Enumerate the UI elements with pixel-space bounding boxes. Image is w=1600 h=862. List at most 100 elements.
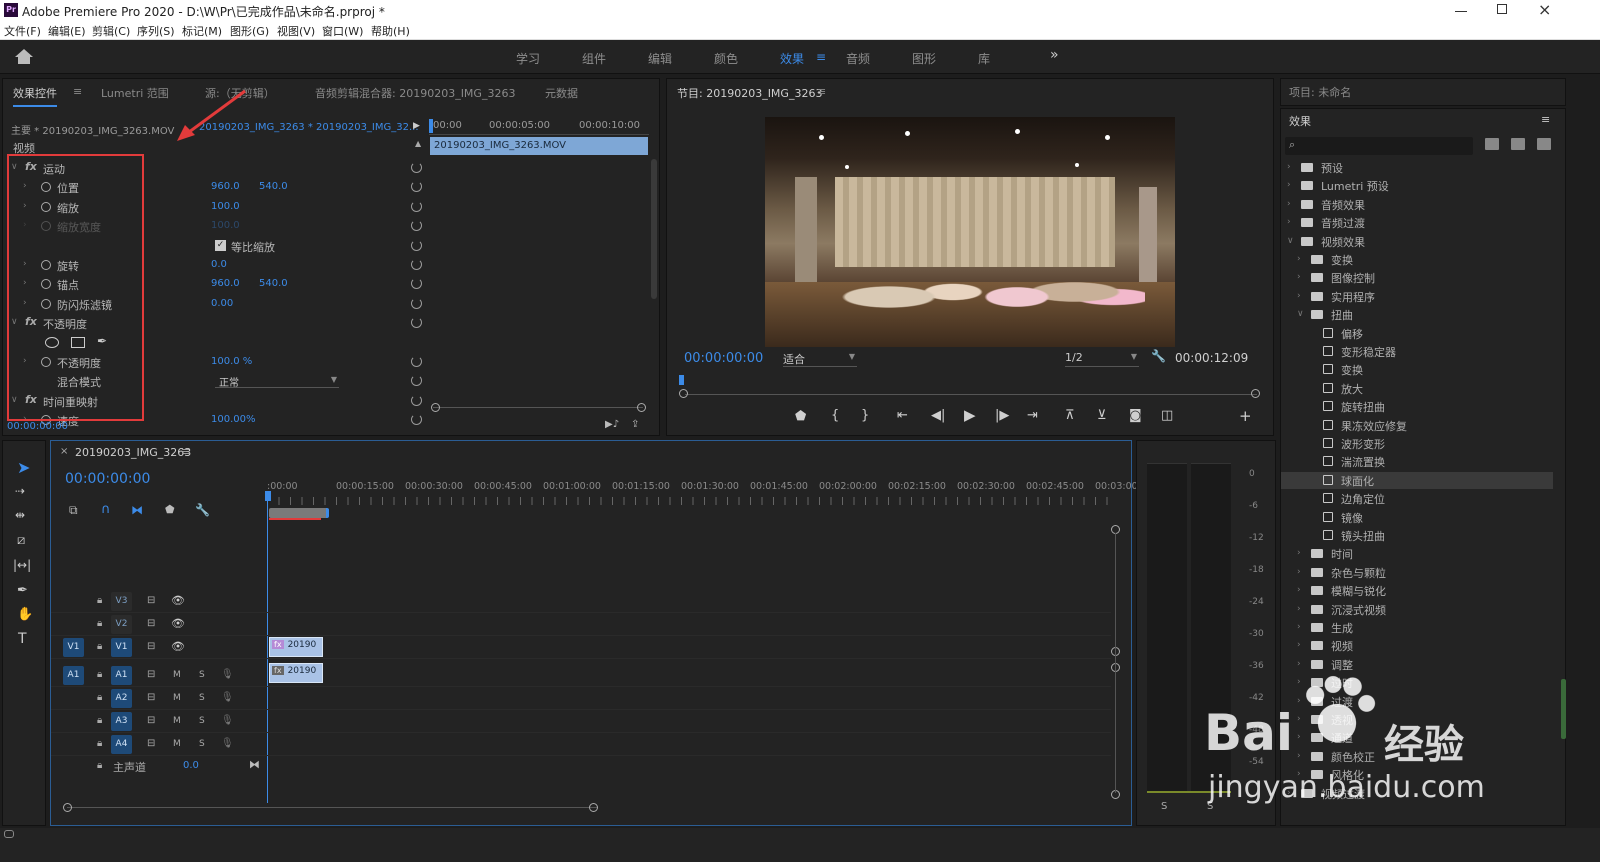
tab-audio-clip-mixer[interactable]: 音频剪辑混合器: 20190203_IMG_3263 [315,85,515,101]
chevron-right-icon[interactable]: › [1297,567,1301,577]
effects-tree-item[interactable]: › 视频 [1281,637,1553,654]
microphone-icon[interactable]: 🎙︎ [221,669,234,680]
sync-lock-icon[interactable]: ⊟ [147,641,155,652]
menu-help[interactable]: 帮助(H) [371,23,410,39]
track-header[interactable]: 🔒︎ A3 ⊟ M S 🎙︎ [51,711,1111,733]
add-marker-icon[interactable]: ⬟ [795,409,806,424]
master-clip-label[interactable]: 主要 * 20190203_IMG_3263.MOV [11,122,174,137]
effects-tree-item[interactable]: › 通道 [1281,729,1553,746]
effects-tree-item[interactable]: 镜像 [1281,509,1553,526]
workspace-effects[interactable]: 效果 [780,50,804,67]
accelerated-effects-icon[interactable] [1485,138,1499,150]
track-header[interactable]: A1 🔒︎ A1 ⊟ M S 🎙︎ [51,665,1111,687]
effects-tree-item[interactable]: 波形变形 [1281,435,1553,452]
eye-icon[interactable]: 👁︎ [171,594,185,607]
solo-button[interactable]: S [199,739,205,749]
effects-tree-item[interactable]: 变形稳定器 [1281,343,1553,360]
fit-dropdown[interactable]: 适合 ▼ [783,351,857,367]
ec-timecode[interactable]: 00:00:00:00 [7,421,68,432]
chevron-right-icon[interactable]: › [1297,714,1301,724]
program-playhead[interactable] [679,375,684,385]
property-value-1[interactable]: 0.0 [211,259,227,270]
chevron-right-icon[interactable]: › [1297,659,1301,669]
tab-menu-icon[interactable]: ≡ [73,85,82,98]
blend-mode-dropdown[interactable]: 正常 ▼ [215,373,339,389]
chevron-right-icon[interactable]: › [1287,217,1291,227]
effects-tree-item[interactable]: › 音频效果 [1281,196,1553,213]
eye-icon[interactable]: 👁︎ [171,640,185,653]
sync-lock-icon[interactable]: ⊟ [147,715,155,726]
master-track[interactable]: 🔒︎ 主声道 0.0 ⧓ [51,757,267,777]
effects-tree-item[interactable]: › 音频过渡 [1281,214,1553,231]
reset-icon[interactable] [411,297,422,309]
effects-title[interactable]: 效果 [1289,113,1311,129]
chevron-right-icon[interactable]: › [1297,254,1301,264]
razor-tool-icon[interactable]: ⧄ [17,533,25,548]
reset-icon[interactable] [411,356,422,367]
effects-tree-item[interactable]: 球面化 [1281,471,1553,489]
yuv-effects-icon[interactable] [1537,138,1551,150]
timeline-playhead-head[interactable] [265,491,271,501]
go-to-out-icon[interactable]: ⇥ [1027,408,1038,423]
video-frame[interactable] [765,117,1175,347]
source-patch-v1[interactable]: V1 [63,638,84,657]
track-header[interactable]: 🔒︎ A4 ⊟ M S 🎙︎ [51,734,1111,756]
add-button-icon[interactable]: + [1239,407,1252,425]
microphone-icon[interactable]: 🎙︎ [221,715,234,726]
chevron-right-icon[interactable]: › [1297,696,1301,706]
microphone-icon[interactable]: 🎙︎ [221,738,234,749]
close-icon[interactable]: × [1538,0,1551,19]
type-tool-icon[interactable]: T [18,631,27,647]
effects-tree-item[interactable]: 旋转扭曲 [1281,398,1553,415]
lock-icon[interactable]: 🔒︎ [97,618,102,629]
ec-zoom-handle-left[interactable] [431,403,440,412]
go-to-end-icon[interactable]: ⧓ [249,758,260,771]
property-value-1[interactable]: 100.00% [211,414,256,425]
project-title[interactable]: 项目: 未命名 [1289,84,1351,100]
reset-icon[interactable] [411,259,422,270]
lift-icon[interactable]: ⊼ [1065,408,1075,423]
track-target-v2[interactable]: V2 [111,615,132,634]
chevron-right-icon[interactable]: › [1297,640,1301,650]
effects-tree-item[interactable]: › Lumetri 预设 [1281,177,1553,194]
minimize-icon[interactable] [1455,4,1467,12]
reset-icon[interactable] [411,414,422,426]
solo-button[interactable]: S [199,693,205,703]
chevron-down-icon[interactable]: ∨ [1287,236,1294,246]
property-value-1[interactable]: 100.0 % [211,356,252,367]
menu-graphics[interactable]: 图形(G) [230,23,269,39]
sequence-tab[interactable]: 20190203_IMG_3263 [75,446,191,459]
sequence-menu-icon[interactable]: ≡ [181,445,190,458]
restore-icon[interactable] [1497,4,1507,14]
lock-icon[interactable]: 🔒︎ [97,738,102,749]
track-target-a2[interactable]: A2 [111,689,132,708]
workspace-color[interactable]: 颜色 [714,50,738,67]
resolution-dropdown[interactable]: 1/2 ▼ [1065,351,1139,367]
audio-only-icon[interactable]: ▶♪ [605,419,619,430]
selection-tool-icon[interactable]: ➤ [17,458,30,477]
effects-tree-item[interactable]: › 视频过渡 [1281,785,1553,802]
work-area-bar[interactable] [269,508,329,518]
chevron-right-icon[interactable]: › [1297,272,1301,282]
property-value-1[interactable]: 100.0 [211,220,240,231]
eye-icon[interactable]: 👁︎ [171,617,185,630]
chevron-right-icon[interactable]: › [1287,180,1291,190]
reset-icon[interactable] [411,162,422,173]
ripple-edit-tool-icon[interactable]: ⇹ [15,508,25,522]
menu-file[interactable]: 文件(F) [4,23,41,39]
effects-tree-item[interactable]: 果冻效应修复 [1281,417,1553,434]
effects-tree-item[interactable]: › 生成 [1281,619,1553,636]
reset-icon[interactable] [411,278,422,290]
lock-icon[interactable]: 🔒︎ [97,595,102,606]
effects-tree-item[interactable]: 放大 [1281,380,1553,397]
sync-lock-icon[interactable]: ⊟ [147,618,155,629]
solo-left-button[interactable]: S [1161,801,1167,812]
effects-tree-item[interactable]: › 透视 [1281,711,1553,728]
effects-tree-item[interactable]: › 颜色校正 [1281,748,1553,765]
track-target-v1[interactable]: V1 [111,638,132,657]
chevron-right-icon[interactable]: › [1297,732,1301,742]
status-icon[interactable] [4,830,14,838]
property-value-1[interactable]: 0.00 [211,298,233,309]
ec-playhead[interactable] [429,119,433,133]
effects-tree-item[interactable]: › 过渡 [1281,693,1553,710]
